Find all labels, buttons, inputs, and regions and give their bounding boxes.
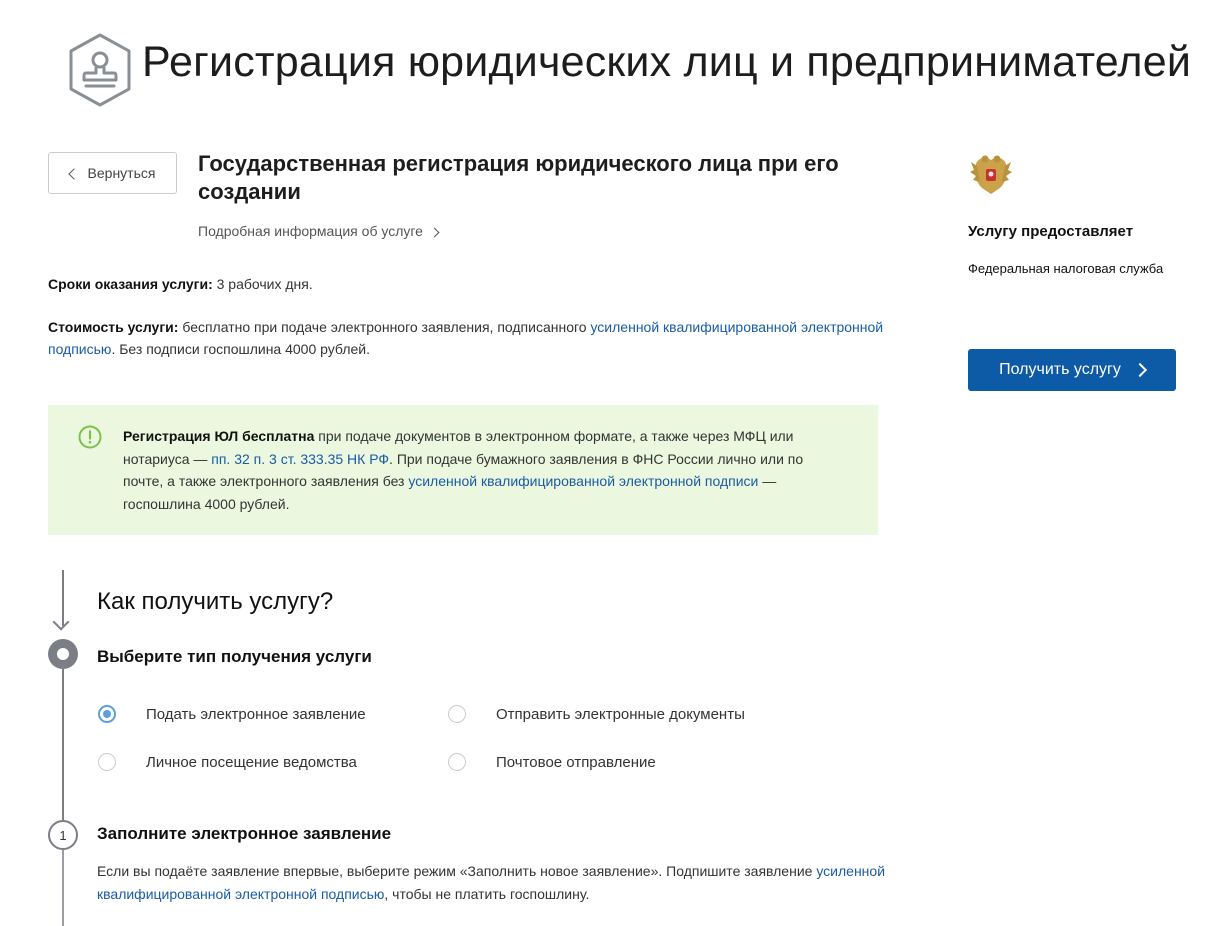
step2-text-2: , чтобы не платить госпошлину. — [384, 886, 590, 902]
back-button-label: Вернуться — [87, 165, 156, 181]
how-to-get-heading: Как получить услугу? — [97, 588, 334, 615]
step2-title: Заполните электронное заявление — [97, 824, 392, 843]
option-label: Почтовое отправление — [496, 753, 656, 771]
signature-link-notice[interactable]: усиленной квалифицированной электронной … — [408, 473, 758, 489]
notice-text: Регистрация ЮЛ бесплатна при подаче доку… — [123, 425, 843, 515]
service-cost: Стоимость услуги: бесплатно при подаче э… — [48, 316, 888, 360]
arrow-down-icon — [52, 613, 70, 631]
chevron-right-icon — [429, 227, 440, 237]
option-electronic-documents[interactable]: Отправить электронные документы — [448, 705, 745, 723]
back-button[interactable]: Вернуться — [48, 152, 177, 194]
free-registration-notice: Регистрация ЮЛ бесплатна при подаче доку… — [48, 405, 878, 535]
step-number-badge: 1 — [48, 820, 78, 850]
option-label: Личное посещение ведомства — [146, 753, 357, 771]
radio-selected[interactable] — [98, 705, 116, 723]
cost-label: Стоимость услуги: — [48, 319, 179, 335]
terms-value: 3 рабочих дня. — [212, 276, 313, 292]
step1-title: Выберите тип получения услуги — [97, 647, 372, 666]
stamp-icon — [66, 32, 134, 108]
get-service-button[interactable]: Получить услугу — [968, 349, 1176, 391]
step2-description: Если вы подаёте заявление впервые, выбер… — [97, 860, 897, 906]
provider-name: Федеральная налоговая служба — [968, 261, 1164, 276]
step-current-icon — [48, 639, 78, 669]
exclamation-circle-icon — [78, 425, 102, 449]
service-terms: Сроки оказания услуги: 3 рабочих дня. — [48, 276, 313, 292]
option-label: Отправить электронные документы — [496, 705, 745, 723]
option-label: Подать электронное заявление — [146, 705, 366, 723]
page-title: Регистрация юридических лиц и предприним… — [142, 38, 1192, 86]
terms-label: Сроки оказания услуги: — [48, 276, 213, 292]
notice-bold: Регистрация ЮЛ бесплатна — [123, 428, 315, 444]
radio-unselected[interactable] — [448, 753, 466, 771]
more-info-link[interactable]: Подробная информация об услуге — [198, 223, 440, 239]
radio-unselected[interactable] — [98, 753, 116, 771]
chevron-right-icon — [1132, 362, 1147, 378]
option-electronic-application[interactable]: Подать электронное заявление — [98, 705, 366, 723]
more-info-label: Подробная информация об услуге — [198, 223, 423, 239]
get-service-label: Получить услугу — [999, 361, 1121, 378]
coat-of-arms-icon — [968, 152, 1014, 198]
tax-code-link[interactable]: пп. 32 п. 3 ст. 333.35 НК РФ — [211, 451, 389, 467]
radio-unselected[interactable] — [448, 705, 466, 723]
option-personal-visit[interactable]: Личное посещение ведомства — [98, 753, 357, 771]
service-title: Государственная регистрация юридического… — [198, 151, 839, 204]
timeline-line — [62, 850, 64, 926]
cost-text: бесплатно при подаче электронного заявле… — [178, 319, 591, 335]
chevron-left-icon — [67, 167, 80, 180]
provider-label: Услугу предоставляет — [968, 223, 1134, 240]
step2-text-1: Если вы подаёте заявление впервые, выбер… — [97, 863, 817, 879]
option-post[interactable]: Почтовое отправление — [448, 753, 656, 771]
cost-text-end: . Без подписи госпошлина 4000 рублей. — [111, 341, 370, 357]
timeline-line — [62, 669, 64, 821]
